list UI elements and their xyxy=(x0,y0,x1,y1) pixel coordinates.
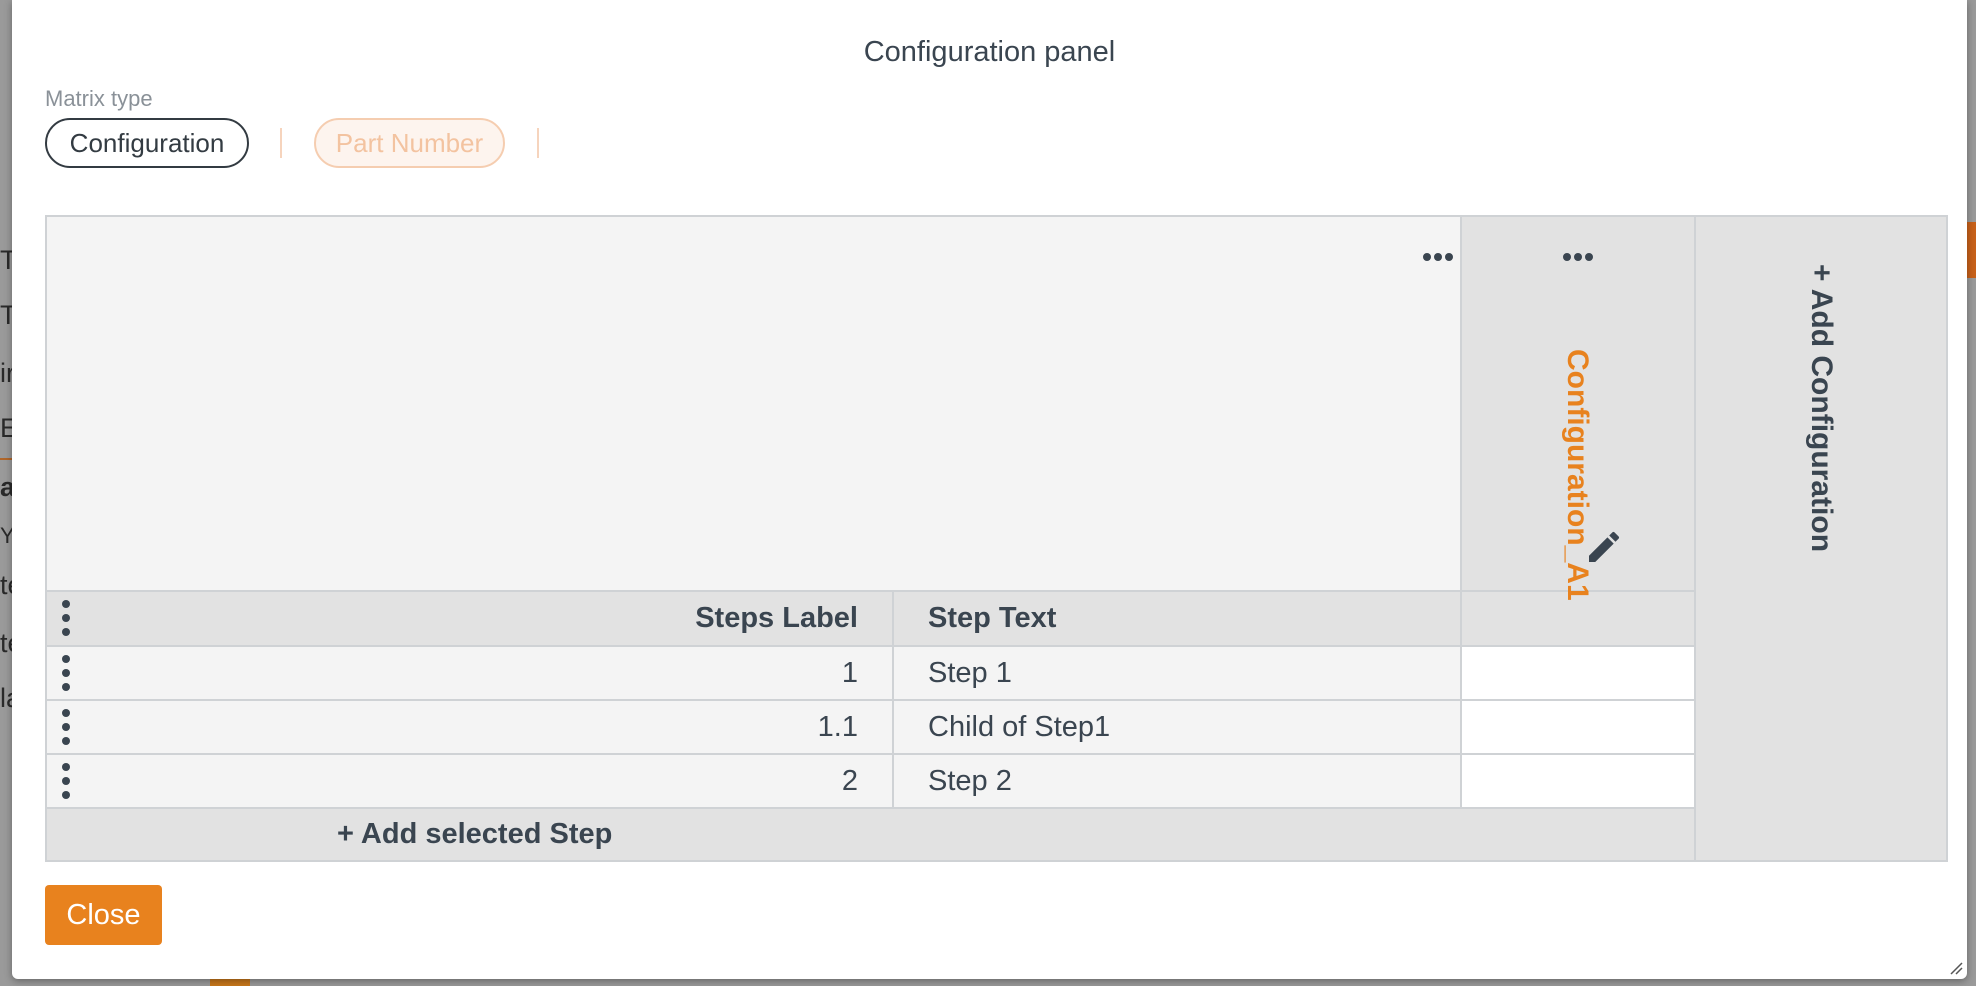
step-text-header: Step Text xyxy=(894,592,1462,647)
modal-title: Configuration panel xyxy=(863,36,1116,68)
kebab-menu-icon[interactable] xyxy=(59,709,73,745)
step-text-cell-wrap: Step 2 xyxy=(894,755,1462,809)
steps-label-header-text: Steps Label xyxy=(695,602,858,634)
close-button[interactable]: Close xyxy=(45,885,162,945)
configuration-value-cell[interactable] xyxy=(1462,647,1696,701)
table-row: 1 xyxy=(47,647,894,701)
matrix-type-label: Matrix type xyxy=(45,86,153,111)
kebab-menu-icon[interactable] xyxy=(59,655,73,691)
pencil-icon[interactable] xyxy=(1584,527,1624,567)
step-text-cell: Step 2 xyxy=(928,765,1012,797)
matrix-type-part-number-button[interactable]: Part Number xyxy=(314,118,505,168)
resize-handle-icon[interactable] xyxy=(1949,961,1963,975)
table-row: 2 xyxy=(47,755,894,809)
table-row: 1.1 xyxy=(47,701,894,755)
kebab-menu-icon[interactable] xyxy=(59,763,73,799)
more-horizontal-icon[interactable] xyxy=(1563,253,1593,261)
configuration-value-cell[interactable] xyxy=(1462,755,1696,809)
step-text-cell: Step 1 xyxy=(928,657,1012,689)
step-text-cell: Child of Step1 xyxy=(928,711,1111,743)
pill-separator xyxy=(537,128,539,158)
pill-separator xyxy=(280,128,282,158)
matrix-corner-cell xyxy=(47,217,1462,592)
matrix-type-configuration-button[interactable]: Configuration xyxy=(45,118,249,168)
step-text-cell-wrap: Step 1 xyxy=(894,647,1462,701)
step-label-cell: 1.1 xyxy=(817,711,858,743)
configuration-value-cell[interactable] xyxy=(1462,701,1696,755)
configuration-matrix: Steps Label Step Text 1 Step 1 1.1 Child… xyxy=(45,215,1948,862)
steps-label-header: Steps Label xyxy=(47,592,894,647)
step-text-cell-wrap: Child of Step1 xyxy=(894,701,1462,755)
step-text-header-text: Step Text xyxy=(928,602,1057,634)
add-selected-step-button[interactable]: + Add selected Step xyxy=(337,809,612,860)
more-horizontal-icon[interactable] xyxy=(1423,253,1453,261)
configuration-panel-modal: Configuration panel Matrix type Configur… xyxy=(12,0,1967,979)
kebab-menu-icon[interactable] xyxy=(59,600,73,636)
add-configuration-button[interactable]: + Add Configuration xyxy=(1804,264,1838,554)
step-label-cell: 1 xyxy=(841,657,858,689)
step-label-cell: 2 xyxy=(841,765,858,797)
add-step-row: + Add selected Step xyxy=(47,809,1696,860)
